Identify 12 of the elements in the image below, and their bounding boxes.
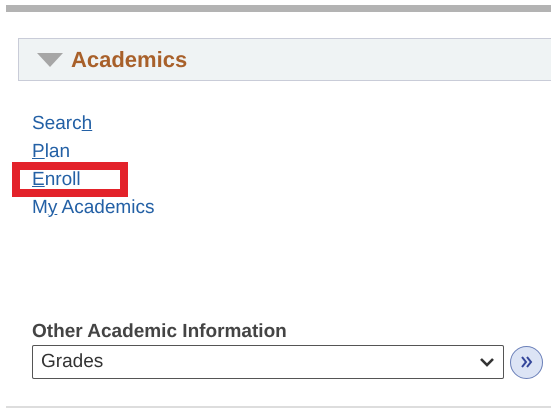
go-button[interactable] [510, 346, 543, 378]
double-chevron-right-icon [520, 355, 534, 369]
nav-link[interactable]: Plan [32, 141, 70, 162]
chevron-down-icon [479, 357, 495, 367]
section-title: Academics [71, 46, 188, 72]
nav-link[interactable]: Search [32, 113, 92, 134]
section-header[interactable]: Academics [18, 38, 551, 81]
field-label: Other Academic Information [32, 321, 288, 343]
dropdown-field[interactable]: Grades [32, 345, 504, 379]
nav-link[interactable]: My Academics [32, 197, 154, 218]
collapse-triangle-icon [37, 52, 63, 66]
nav-link[interactable]: Enroll [32, 169, 81, 190]
